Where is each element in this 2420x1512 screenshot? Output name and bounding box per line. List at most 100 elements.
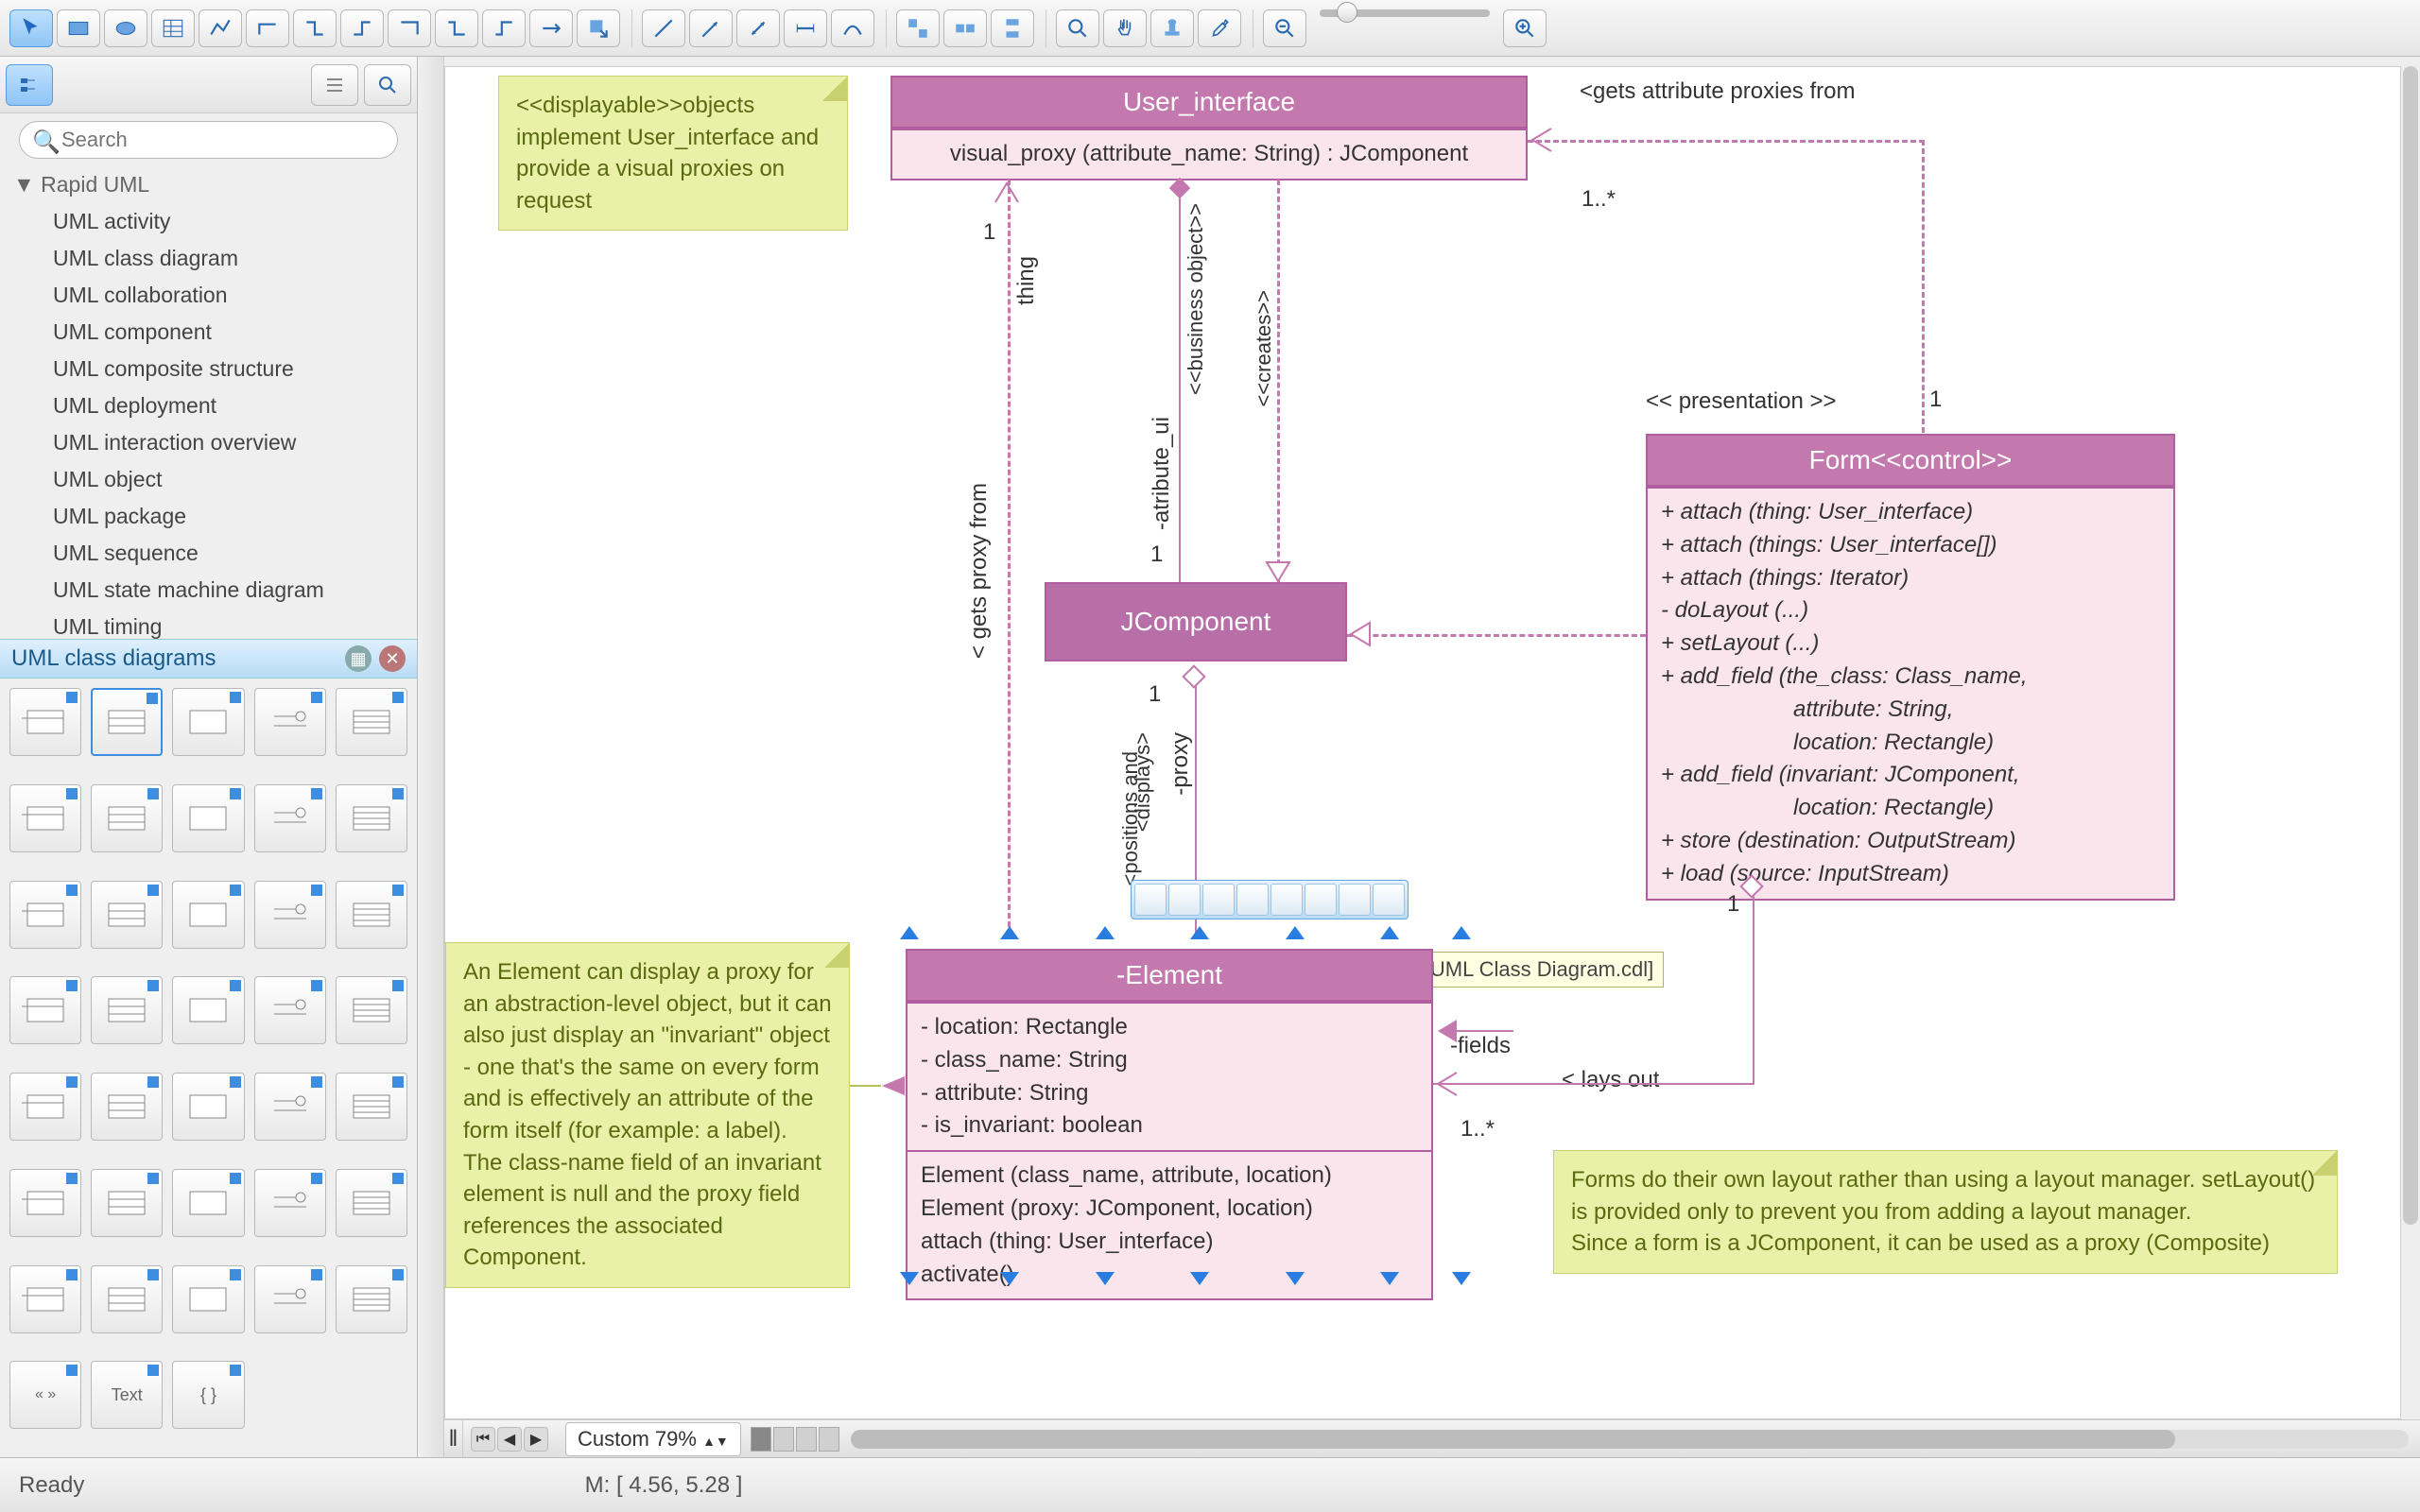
palette-item[interactable] xyxy=(9,1169,81,1237)
palette-item[interactable] xyxy=(91,688,163,756)
palette-item[interactable] xyxy=(91,784,163,852)
polyline-tool[interactable] xyxy=(199,9,242,47)
tree-item[interactable]: UML timing xyxy=(0,609,417,639)
palette-close-button[interactable]: ✕ xyxy=(379,645,406,672)
palette-item[interactable]: { } xyxy=(172,1361,244,1429)
popup-option-4[interactable] xyxy=(1236,884,1269,916)
tree-item[interactable]: UML class diagram xyxy=(0,240,417,277)
selection-handle[interactable] xyxy=(1452,1272,1471,1285)
group-tool-3[interactable] xyxy=(991,9,1034,47)
first-page-button[interactable]: ⏮ xyxy=(471,1427,495,1452)
selection-handle[interactable] xyxy=(1286,926,1305,939)
rectangle-tool[interactable] xyxy=(57,9,100,47)
double-arrow-tool[interactable] xyxy=(736,9,780,47)
palette-item[interactable] xyxy=(254,784,326,852)
connector-e[interactable] xyxy=(435,9,478,47)
palette-item[interactable] xyxy=(9,976,81,1044)
selection-handle[interactable] xyxy=(1096,1272,1115,1285)
selection-handle[interactable] xyxy=(900,1272,919,1285)
export-tool[interactable] xyxy=(577,9,620,47)
palette-item[interactable] xyxy=(336,784,407,852)
selection-handle[interactable] xyxy=(1096,926,1115,939)
palette-item[interactable] xyxy=(254,1073,326,1141)
class-form[interactable]: Form<<control>> + attach (thing: User_in… xyxy=(1646,434,2175,901)
palette-item[interactable] xyxy=(336,881,407,949)
zoom-out-button[interactable] xyxy=(1263,9,1306,47)
popup-option-1[interactable] xyxy=(1134,884,1167,916)
pause-icon[interactable]: ‖ xyxy=(444,1420,463,1457)
zoom-slider-thumb[interactable] xyxy=(1337,2,1357,23)
popup-option-5[interactable] xyxy=(1270,884,1303,916)
palette-item[interactable] xyxy=(172,1073,244,1141)
palette-item[interactable] xyxy=(254,1265,326,1333)
tree-item[interactable]: UML state machine diagram xyxy=(0,572,417,609)
connector-b[interactable] xyxy=(293,9,337,47)
arrow-tool[interactable] xyxy=(689,9,733,47)
palette-expand-button[interactable]: ▦ xyxy=(345,645,372,672)
palette-item[interactable] xyxy=(172,688,244,756)
palette-item[interactable] xyxy=(336,1265,407,1333)
connector-c[interactable] xyxy=(340,9,384,47)
palette-item[interactable] xyxy=(9,784,81,852)
search-view-button[interactable] xyxy=(364,64,411,106)
tree-item[interactable]: UML deployment xyxy=(0,387,417,424)
selection-handle[interactable] xyxy=(1286,1272,1305,1285)
selection-handle[interactable] xyxy=(1000,1272,1019,1285)
dimension-tool[interactable] xyxy=(784,9,827,47)
tree-item[interactable]: UML interaction overview xyxy=(0,424,417,461)
palette-item[interactable] xyxy=(91,1169,163,1237)
tree-item[interactable]: UML component xyxy=(0,314,417,351)
palette-item[interactable] xyxy=(336,688,407,756)
tree-item[interactable]: UML activity xyxy=(0,203,417,240)
palette-item[interactable] xyxy=(254,976,326,1044)
selection-handle[interactable] xyxy=(1000,926,1019,939)
page-thumb-1[interactable] xyxy=(751,1427,771,1452)
popup-option-7[interactable] xyxy=(1339,884,1371,916)
selection-handle[interactable] xyxy=(900,926,919,939)
palette-item[interactable] xyxy=(9,881,81,949)
zoom-tool[interactable] xyxy=(1056,9,1099,47)
note-element[interactable]: An Element can display a proxy for an ab… xyxy=(445,942,850,1288)
note-form[interactable]: Forms do their own layout rather than us… xyxy=(1553,1150,2338,1274)
zoom-level[interactable]: Custom 79% ▲▼ xyxy=(565,1422,741,1456)
scrollbar-thumb[interactable] xyxy=(2403,66,2418,1225)
popup-option-6[interactable] xyxy=(1305,884,1337,916)
curve-tool[interactable] xyxy=(831,9,874,47)
group-tool-2[interactable] xyxy=(943,9,987,47)
scrollbar-thumb[interactable] xyxy=(851,1430,2175,1449)
class-element[interactable]: -Element - location: Rectangle- class_na… xyxy=(906,949,1433,1300)
zoom-in-button[interactable] xyxy=(1503,9,1547,47)
palette-item[interactable] xyxy=(172,1265,244,1333)
drawing-canvas[interactable]: <<displayable>>objects implement User_in… xyxy=(444,66,2401,1419)
selection-handle[interactable] xyxy=(1380,926,1399,939)
ellipse-tool[interactable] xyxy=(104,9,147,47)
palette-item[interactable] xyxy=(91,1073,163,1141)
eyedropper-tool[interactable] xyxy=(1198,9,1241,47)
palette-item[interactable] xyxy=(9,1265,81,1333)
palette-item[interactable] xyxy=(172,784,244,852)
note-displayable[interactable]: <<displayable>>objects implement User_in… xyxy=(498,76,848,231)
palette-item[interactable] xyxy=(172,881,244,949)
popup-option-3[interactable] xyxy=(1202,884,1235,916)
page-thumb-2[interactable] xyxy=(773,1427,794,1452)
palette-item[interactable] xyxy=(9,1073,81,1141)
group-tool-1[interactable] xyxy=(896,9,940,47)
palette-item[interactable] xyxy=(254,688,326,756)
palette-item[interactable]: Text xyxy=(91,1361,163,1429)
palette-item[interactable]: « » xyxy=(9,1361,81,1429)
tree-item[interactable]: UML package xyxy=(0,498,417,535)
search-input[interactable] xyxy=(19,121,398,159)
vertical-scrollbar[interactable] xyxy=(2401,57,2420,1419)
page-thumb-4[interactable] xyxy=(819,1427,839,1452)
list-view-button[interactable] xyxy=(311,64,358,106)
class-user-interface[interactable]: User_interface visual_proxy (attribute_n… xyxy=(890,76,1528,180)
palette-item[interactable] xyxy=(172,976,244,1044)
tree-root[interactable]: ▼ Rapid UML xyxy=(0,166,417,203)
horizontal-scrollbar[interactable] xyxy=(851,1430,2409,1449)
connector-g[interactable] xyxy=(529,9,573,47)
class-jcomponent[interactable]: JComponent xyxy=(1045,582,1347,662)
tree-item[interactable]: UML sequence xyxy=(0,535,417,572)
library-view-button[interactable] xyxy=(6,64,53,106)
tree-item[interactable]: UML collaboration xyxy=(0,277,417,314)
palette-item[interactable] xyxy=(91,1265,163,1333)
